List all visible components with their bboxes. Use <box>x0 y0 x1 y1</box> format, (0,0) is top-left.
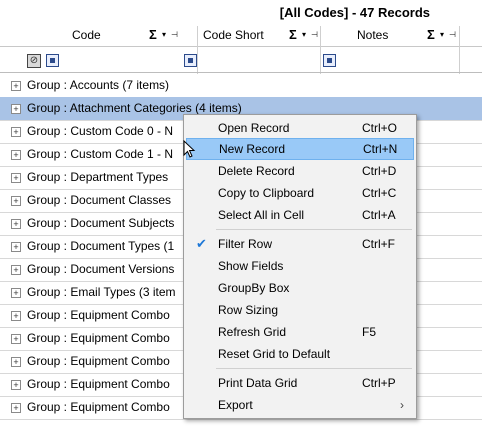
filter-row: ⊘ <box>0 46 482 73</box>
chevron-down-icon[interactable]: ▾ <box>302 24 306 46</box>
expand-icon[interactable]: + <box>11 403 21 413</box>
menu-item-select-all-in-cell[interactable]: Select All in Cell Ctrl+A <box>186 204 414 226</box>
expand-icon[interactable]: + <box>11 265 21 275</box>
sum-icon[interactable]: Σ <box>289 24 297 46</box>
filter-operator-icon[interactable] <box>46 54 59 67</box>
clear-filter-icon[interactable]: ⊘ <box>27 54 41 68</box>
expand-icon[interactable]: + <box>11 288 21 298</box>
expand-icon[interactable]: + <box>11 380 21 390</box>
column-code-header[interactable]: Code <box>72 24 101 46</box>
menu-item-delete-record[interactable]: Delete Record Ctrl+D <box>186 160 414 182</box>
records-title: [All Codes] - 47 Records <box>279 5 430 20</box>
expand-icon[interactable]: + <box>11 104 21 114</box>
expand-icon[interactable]: + <box>11 219 21 229</box>
submenu-arrow-icon: › <box>400 398 404 412</box>
chevron-down-icon[interactable]: ▾ <box>440 24 444 46</box>
expand-icon[interactable]: + <box>11 357 21 367</box>
sum-icon[interactable]: Σ <box>427 24 435 46</box>
menu-item-print-data-grid[interactable]: Print Data Grid Ctrl+P <box>186 372 414 394</box>
menu-item-new-record[interactable]: New Record Ctrl+N <box>186 138 414 160</box>
filter-operator-icon[interactable] <box>323 54 336 67</box>
expand-icon[interactable]: + <box>11 81 21 91</box>
expand-icon[interactable]: + <box>11 311 21 321</box>
menu-item-export[interactable]: Export › <box>186 394 414 416</box>
expand-icon[interactable]: + <box>11 334 21 344</box>
menu-item-reset-grid-to-default[interactable]: Reset Grid to Default <box>186 343 414 365</box>
context-menu: Open Record Ctrl+O New Record Ctrl+N Delet… <box>183 114 417 419</box>
menu-item-open-record[interactable]: Open Record Ctrl+O <box>186 117 414 139</box>
checkmark-icon: ✔ <box>196 236 207 251</box>
sum-icon[interactable]: Σ <box>149 24 157 46</box>
column-code-short-header[interactable]: Code Short <box>203 24 264 46</box>
expand-icon[interactable]: + <box>11 196 21 206</box>
expand-icon[interactable]: + <box>11 173 21 183</box>
expand-icon[interactable]: + <box>11 242 21 252</box>
menu-separator <box>216 229 412 230</box>
filter-operator-icon[interactable] <box>184 54 197 67</box>
chevron-down-icon[interactable]: ▾ <box>162 24 166 46</box>
expand-icon[interactable]: + <box>11 150 21 160</box>
expand-icon[interactable]: + <box>11 127 21 137</box>
pin-icon[interactable]: ⊣ <box>311 24 318 46</box>
menu-item-show-fields[interactable]: Show Fields <box>186 255 414 277</box>
menu-item-filter-row[interactable]: ✔ Filter Row Ctrl+F <box>186 233 414 255</box>
menu-item-row-sizing[interactable]: Row Sizing <box>186 299 414 321</box>
pin-icon[interactable]: ⊣ <box>449 24 456 46</box>
mouse-cursor-icon <box>183 140 196 158</box>
group-row[interactable]: + Group : Accounts (7 items) <box>0 74 482 98</box>
column-notes-header[interactable]: Notes <box>357 24 388 46</box>
menu-item-groupby-box[interactable]: GroupBy Box <box>186 277 414 299</box>
menu-item-copy-to-clipboard[interactable]: Copy to Clipboard Ctrl+C <box>186 182 414 204</box>
menu-item-refresh-grid[interactable]: Refresh Grid F5 <box>186 321 414 343</box>
menu-separator <box>216 368 412 369</box>
pin-icon[interactable]: ⊣ <box>171 24 178 46</box>
column-header-row: Code Σ ▾ ⊣ Code Short Σ ▾ ⊣ Notes Σ ▾ ⊣ <box>0 24 482 74</box>
